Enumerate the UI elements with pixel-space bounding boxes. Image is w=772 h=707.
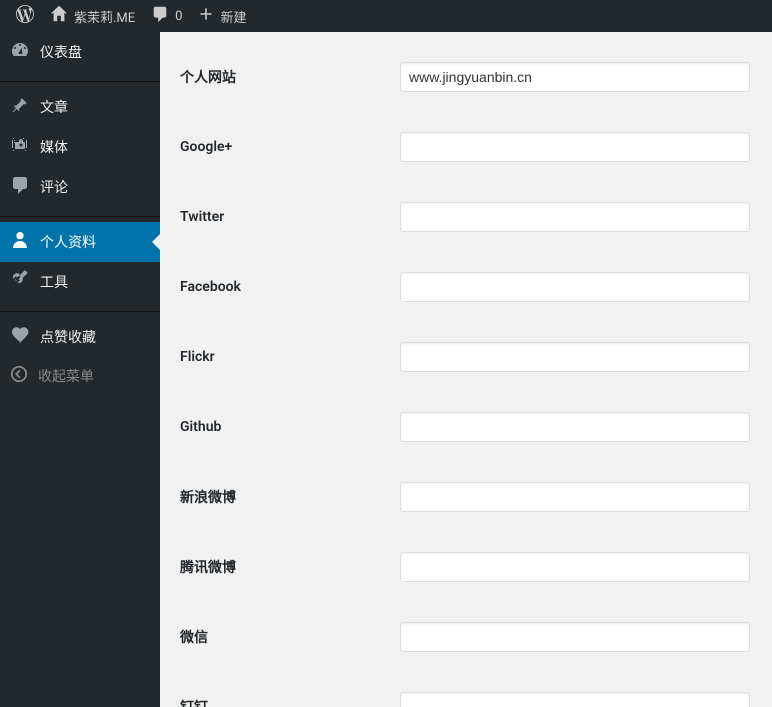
wp-logo-button[interactable] [8, 0, 42, 32]
comments-link[interactable]: 0 [143, 0, 190, 32]
site-link[interactable]: 紫茉莉.ME [42, 0, 143, 32]
field-label: 微信 [180, 627, 400, 647]
sidebar-collapse-button[interactable]: 收起菜单 [0, 357, 160, 395]
sidebar-item-likes[interactable]: 点赞收藏 [0, 317, 160, 357]
dingtalk-input[interactable] [400, 692, 750, 707]
sidebar-item-tools[interactable]: 工具 [0, 262, 160, 302]
site-name: 紫茉莉.ME [74, 7, 135, 26]
new-button[interactable]: 新建 [190, 0, 254, 32]
sidebar-item-label: 媒体 [40, 137, 68, 157]
field-label: Google+ [180, 139, 400, 155]
field-label: Github [180, 419, 400, 435]
sidebar-item-profile[interactable]: 个人资料 [0, 222, 160, 262]
tencent-weibo-input[interactable] [400, 552, 750, 582]
sidebar-item-label: 收起菜单 [38, 366, 94, 386]
sidebar-item-comments[interactable]: 评论 [0, 167, 160, 207]
field-github: Github [180, 392, 752, 462]
field-wechat: 微信 [180, 602, 752, 672]
field-tencent-weibo: 腾讯微博 [180, 532, 752, 602]
sidebar-item-label: 点赞收藏 [40, 327, 96, 347]
heart-icon [10, 325, 30, 349]
wechat-input[interactable] [400, 622, 750, 652]
new-label: 新建 [220, 7, 246, 26]
comments-icon [10, 175, 30, 199]
admin-toolbar: 紫茉莉.ME 0 新建 [0, 0, 772, 32]
wrench-icon [10, 270, 30, 294]
admin-sidebar: 仪表盘 文章 媒体 评论 个人资料 [0, 32, 160, 707]
sidebar-item-label: 文章 [40, 97, 68, 117]
field-weibo: 新浪微博 [180, 462, 752, 532]
sidebar-item-dashboard[interactable]: 仪表盘 [0, 32, 160, 72]
flickr-input[interactable] [400, 342, 750, 372]
sidebar-item-label: 评论 [40, 177, 68, 197]
field-label: Flickr [180, 349, 400, 365]
field-label: 新浪微博 [180, 487, 400, 507]
plus-icon [198, 6, 214, 26]
field-label: Facebook [180, 279, 400, 295]
pin-icon [10, 95, 30, 119]
googleplus-input[interactable] [400, 132, 750, 162]
media-icon [10, 135, 30, 159]
collapse-icon [10, 365, 28, 387]
comments-count: 0 [175, 9, 182, 24]
sidebar-item-label: 工具 [40, 272, 68, 292]
home-icon [50, 5, 68, 27]
field-twitter: Twitter [180, 182, 752, 252]
dashboard-icon [10, 40, 30, 64]
twitter-input[interactable] [400, 202, 750, 232]
field-website: 个人网站 [180, 42, 752, 112]
field-label: 个人网站 [180, 67, 400, 87]
field-facebook: Facebook [180, 252, 752, 322]
facebook-input[interactable] [400, 272, 750, 302]
field-googleplus: Google+ [180, 112, 752, 182]
sidebar-item-label: 个人资料 [40, 232, 96, 252]
website-input[interactable] [400, 62, 750, 92]
field-dingtalk: 钉钉 [180, 672, 752, 707]
field-label: 腾讯微博 [180, 557, 400, 577]
field-flickr: Flickr [180, 322, 752, 392]
wordpress-icon [16, 5, 34, 27]
github-input[interactable] [400, 412, 750, 442]
menu-separator [0, 212, 160, 217]
field-label: 钉钉 [180, 697, 400, 707]
main-content: 个人网站 Google+ Twitter Facebook Flickr Git… [160, 32, 772, 707]
field-label: Twitter [180, 209, 400, 225]
sina-weibo-input[interactable] [400, 482, 750, 512]
menu-separator [0, 307, 160, 312]
sidebar-item-posts[interactable]: 文章 [0, 87, 160, 127]
menu-separator [0, 77, 160, 82]
user-icon [10, 230, 30, 254]
sidebar-item-label: 仪表盘 [40, 42, 82, 62]
comment-icon [151, 5, 169, 27]
sidebar-item-media[interactable]: 媒体 [0, 127, 160, 167]
